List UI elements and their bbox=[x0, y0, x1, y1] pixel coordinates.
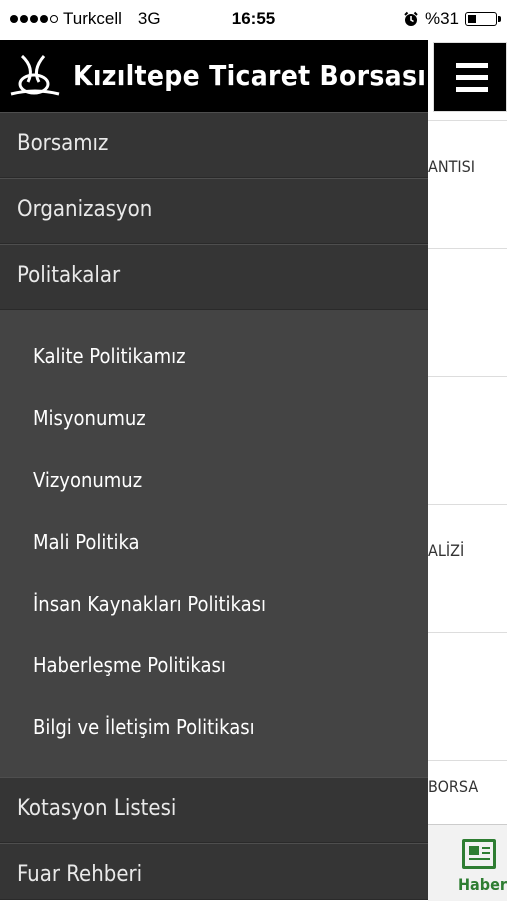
news-list-item[interactable]: ALİZİ bbox=[428, 504, 507, 633]
news-list-item[interactable] bbox=[428, 632, 507, 761]
menu-item-politakalar[interactable]: Politakalar bbox=[0, 244, 428, 310]
submenu-item-insan-kaynaklari-politikasi[interactable]: İnsan Kaynakları Politikası bbox=[33, 592, 266, 616]
menu-item-kotasyon-listesi[interactable]: Kotasyon Listesi bbox=[0, 777, 428, 843]
news-list-item[interactable] bbox=[428, 248, 507, 377]
battery-icon bbox=[465, 12, 501, 26]
drawer-header: Kızıltepe Ticaret Borsası bbox=[0, 40, 428, 112]
menu-item-label: Politakalar bbox=[17, 263, 121, 288]
submenu-item-mali-politika[interactable]: Mali Politika bbox=[33, 530, 140, 554]
status-bar: Turkcell 3G 16:55 %31 bbox=[0, 0, 507, 40]
submenu-item-vizyonumuz[interactable]: Vizyonumuz bbox=[33, 468, 142, 492]
bottom-tab-bar: Haber bbox=[428, 824, 507, 901]
newspaper-icon bbox=[462, 839, 496, 869]
hamburger-menu-button[interactable] bbox=[433, 42, 507, 112]
politakalar-submenu: Kalite Politikamız Misyonumuz Vizyonumuz… bbox=[0, 311, 428, 777]
tab-label: Haber bbox=[458, 875, 507, 894]
news-title-fragment: BORSA bbox=[428, 777, 479, 796]
menu-item-organizasyon[interactable]: Organizasyon bbox=[0, 178, 428, 244]
battery-percent: %31 bbox=[424, 9, 459, 28]
news-title-fragment: ALİZİ bbox=[428, 541, 465, 560]
menu-item-label: Organizasyon bbox=[17, 197, 153, 222]
news-title-fragment: ANTISI bbox=[428, 157, 476, 176]
status-right: %31 bbox=[403, 9, 501, 29]
menu-item-fuar-rehberi[interactable]: Fuar Rehberi bbox=[0, 843, 428, 900]
menu-item-label: Borsamız bbox=[17, 131, 109, 156]
background-header bbox=[428, 40, 507, 112]
news-list-item[interactable] bbox=[428, 376, 507, 505]
news-list-item[interactable]: BORSA bbox=[428, 760, 507, 825]
menu-item-borsamiz[interactable]: Borsamız bbox=[0, 112, 428, 178]
news-list-item[interactable]: ANTISI bbox=[428, 120, 507, 249]
submenu-item-bilgi-ve-iletisim-politikasi[interactable]: Bilgi ve İletişim Politikası bbox=[33, 715, 255, 739]
menu-item-label: Fuar Rehberi bbox=[17, 862, 143, 887]
navigation-drawer: Kızıltepe Ticaret Borsası Borsamız Organ… bbox=[0, 40, 428, 900]
submenu-item-kalite-politikamiz[interactable]: Kalite Politikamız bbox=[33, 344, 186, 368]
alarm-clock-icon bbox=[404, 11, 418, 26]
submenu-item-misyonumuz[interactable]: Misyonumuz bbox=[33, 406, 146, 430]
submenu-item-haberlesme-politikasi[interactable]: Haberleşme Politikası bbox=[33, 653, 226, 677]
background-page: ANTISI ALİZİ BORSA Haber bbox=[428, 40, 507, 901]
logo-icon bbox=[10, 54, 60, 96]
app-title: Kızıltepe Ticaret Borsası bbox=[73, 59, 427, 92]
menu-item-label: Kotasyon Listesi bbox=[17, 796, 177, 821]
